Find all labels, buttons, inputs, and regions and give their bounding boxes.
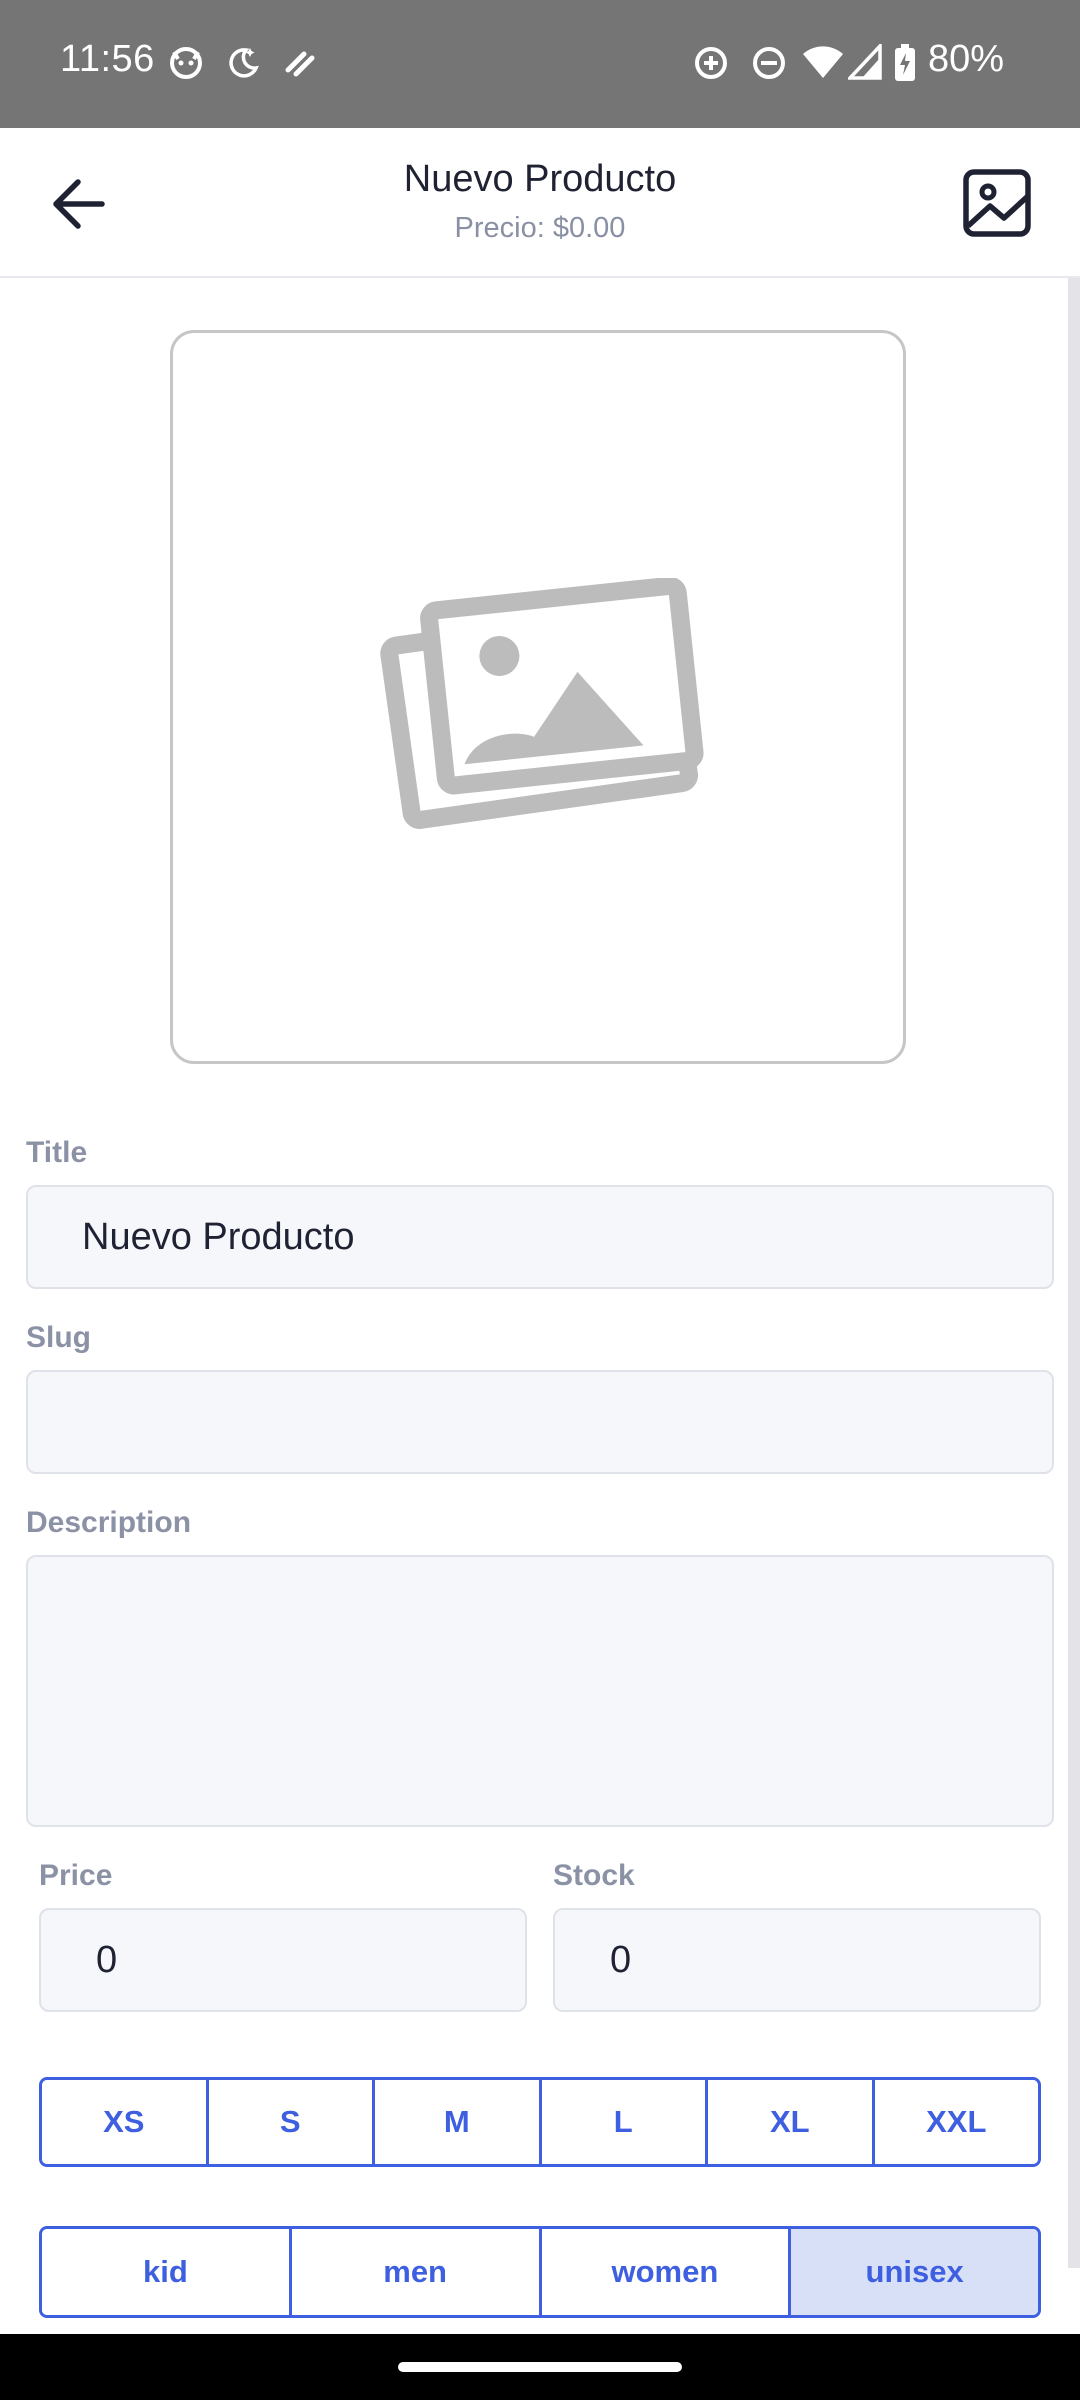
gender-option-kid[interactable]: kid [42, 2229, 292, 2315]
status-bar: 11:56 80% [0, 0, 1080, 128]
size-option-s[interactable]: S [208, 2080, 375, 2164]
stock-input[interactable] [555, 1910, 1039, 2010]
price-input[interactable] [41, 1910, 525, 2010]
slug-label: Slug [26, 1321, 91, 1354]
slug-input[interactable] [28, 1372, 1052, 1472]
cell-signal-icon [845, 41, 882, 85]
link-icon [282, 44, 318, 85]
size-selector: XS S M L XL XXL [39, 2077, 1041, 2167]
title-field[interactable] [26, 1185, 1054, 1289]
size-option-m[interactable]: M [375, 2080, 542, 2164]
app-bar: Nuevo Producto Precio: $0.00 [0, 128, 1080, 278]
page-title: Nuevo Producto [403, 158, 677, 200]
gender-option-women[interactable]: women [541, 2229, 792, 2315]
do-not-disturb-icon [750, 44, 788, 87]
title-input[interactable] [28, 1187, 1052, 1287]
price-subtitle: Precio: $0.00 [454, 212, 626, 244]
gender-option-men[interactable]: men [291, 2229, 542, 2315]
description-label: Description [26, 1506, 192, 1539]
size-option-l[interactable]: L [541, 2080, 708, 2164]
scrollbar[interactable] [1068, 278, 1080, 2268]
cat-face-icon [168, 44, 204, 85]
image-icon [963, 169, 1031, 237]
stock-field[interactable] [553, 1908, 1041, 2012]
battery-percent: 80% [927, 38, 1004, 80]
home-gesture-handle[interactable] [398, 2362, 682, 2372]
size-option-xxl[interactable]: XXL [874, 2080, 1038, 2164]
gallery-button[interactable] [960, 166, 1036, 242]
slug-field[interactable] [26, 1370, 1054, 1474]
data-saver-icon [692, 44, 730, 87]
price-label: Price [39, 1859, 113, 1892]
moon-stars-icon [224, 44, 260, 85]
description-input[interactable] [28, 1557, 1052, 1825]
stock-label: Stock [553, 1859, 635, 1892]
size-option-xl[interactable]: XL [708, 2080, 875, 2164]
gender-selector: kid men women unisex [39, 2226, 1041, 2318]
images-placeholder-icon [380, 578, 704, 829]
battery-charging-icon [894, 44, 916, 87]
title-label: Title [26, 1136, 88, 1169]
description-field[interactable] [26, 1555, 1054, 1827]
status-time: 11:56 [60, 38, 155, 80]
size-option-xs[interactable]: XS [42, 2080, 209, 2164]
wifi-icon [802, 44, 844, 85]
product-image-placeholder[interactable] [170, 330, 906, 1064]
gender-option-unisex[interactable]: unisex [791, 2229, 1038, 2315]
price-field[interactable] [39, 1908, 527, 2012]
